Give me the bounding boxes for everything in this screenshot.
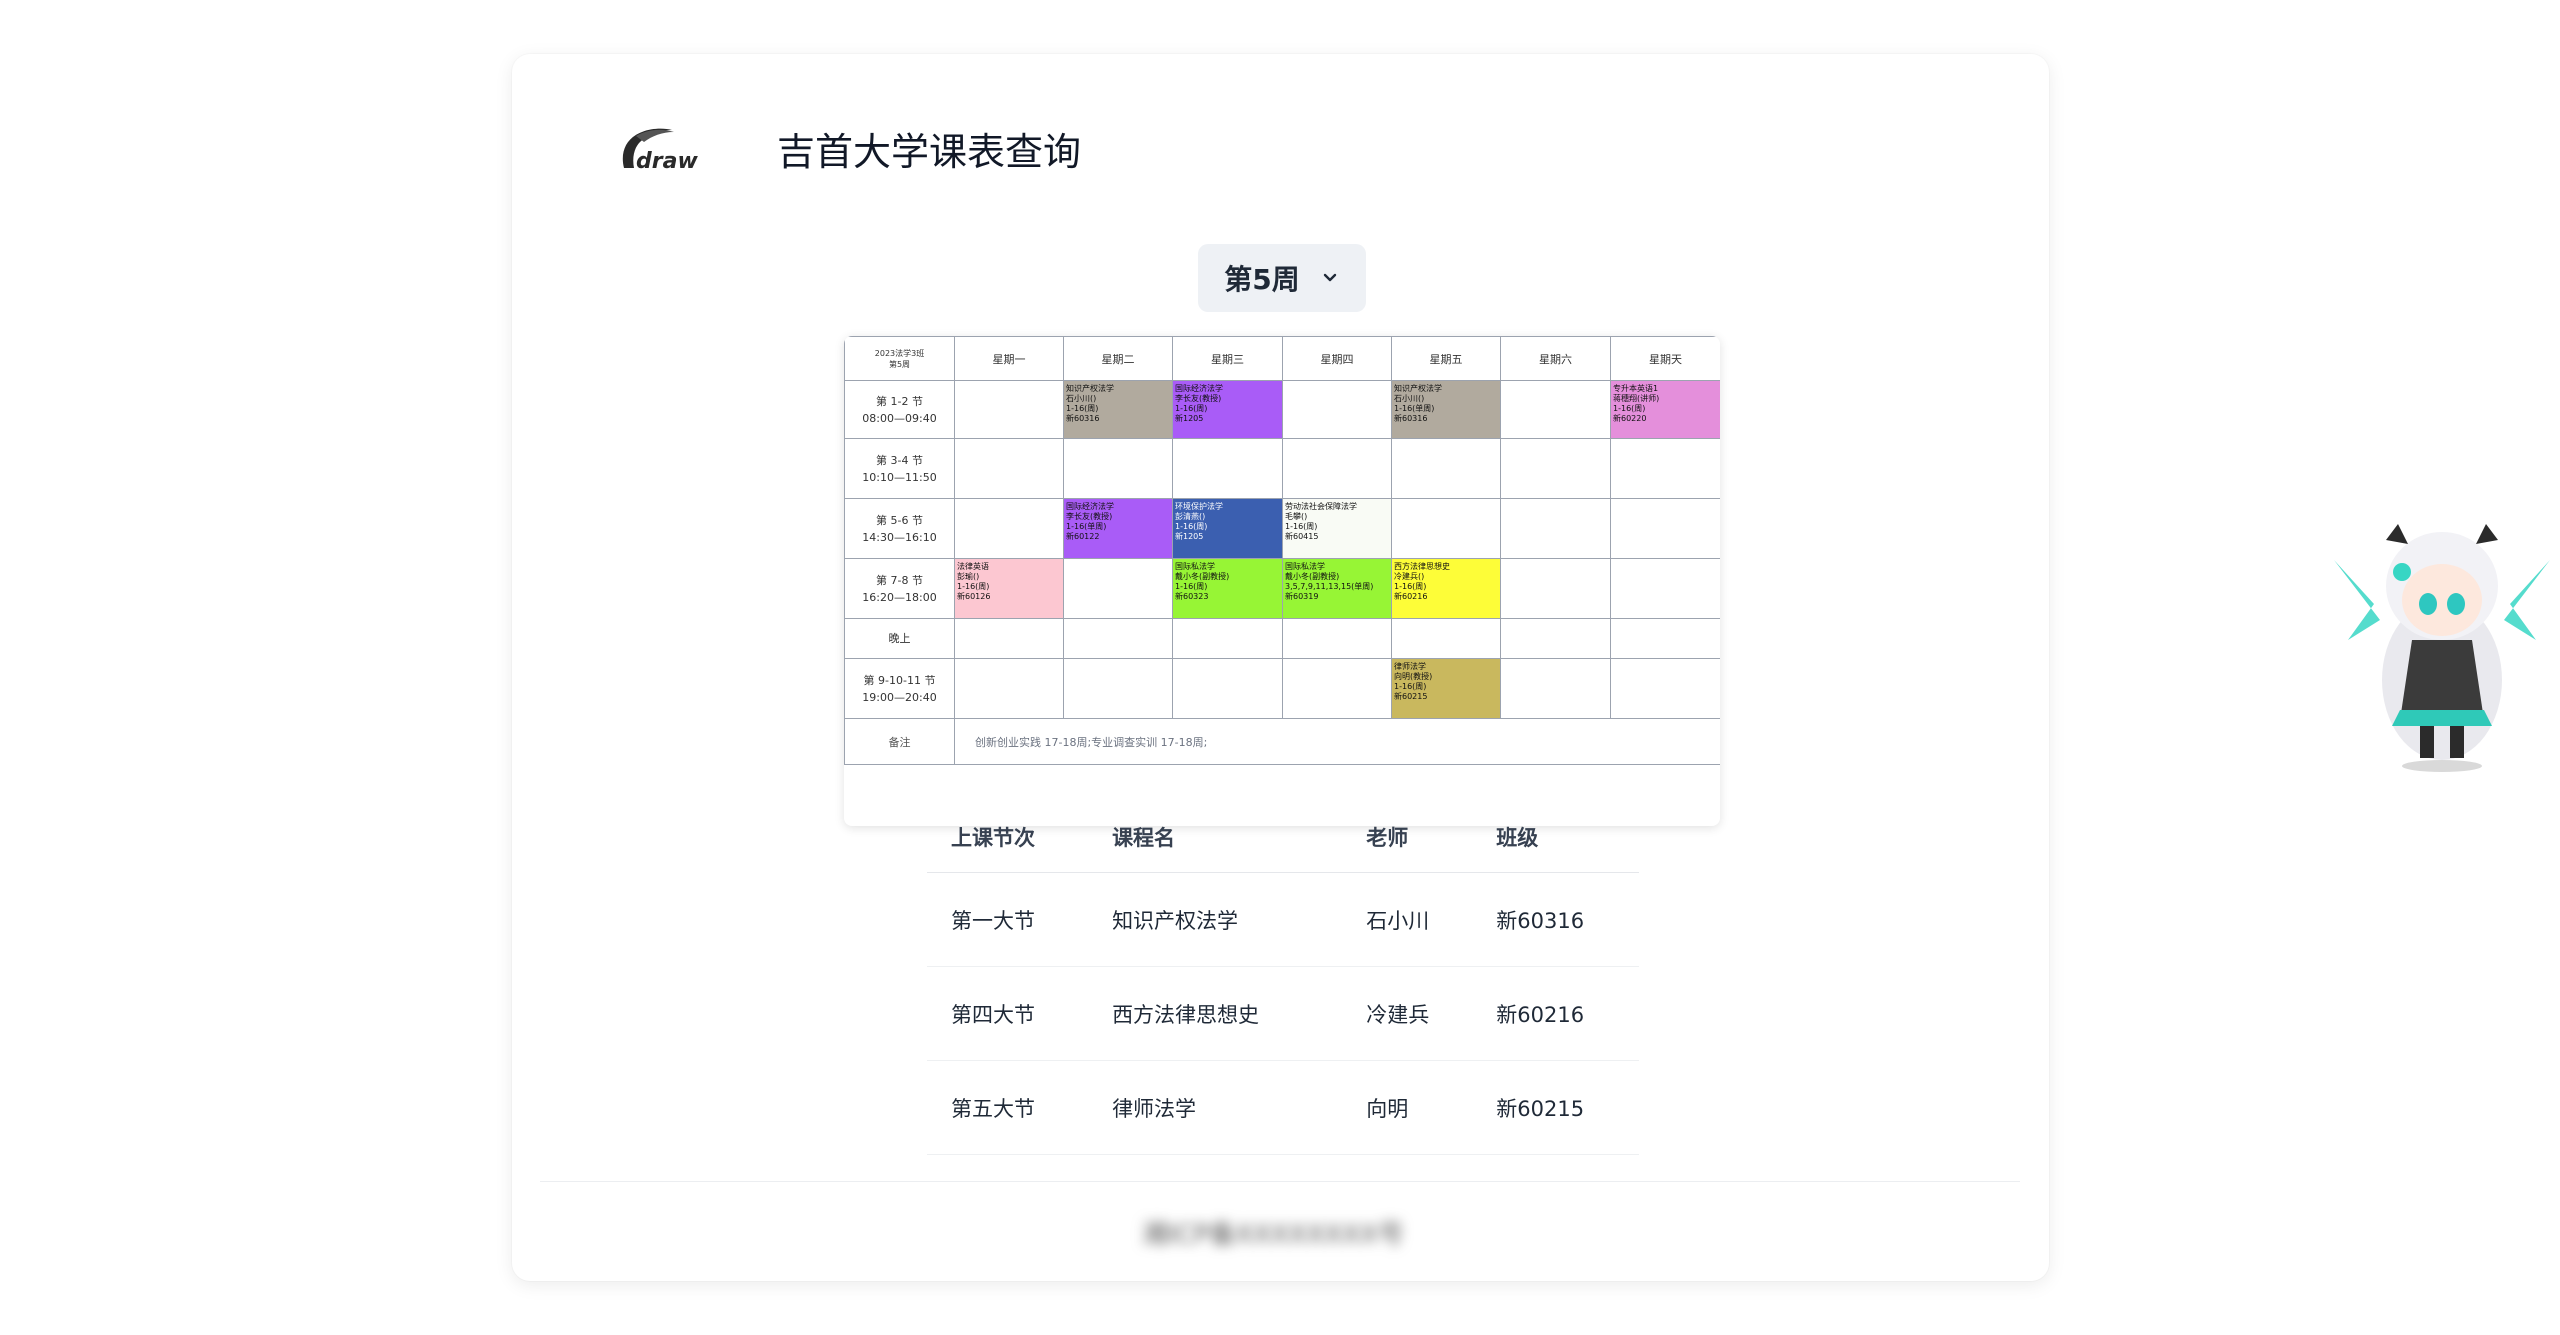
course-cell: 环境保护法学 彭清燕() 1-16(周) 新1205 — [1172, 498, 1283, 559]
page-title: 吉首大学课表查询 — [777, 130, 1082, 174]
course-cell: 国际经济法学 李长友(教授) 1-16(单周) 新60122 — [1063, 498, 1173, 559]
table-row: 第五大节 律师法学 向明 新60215 — [927, 1060, 1639, 1155]
timetable-row: 第 9-10-11 节 19:00—20:40 律师法学 向明(教授) 1-16(周) 新… — [844, 658, 1720, 719]
main-card: draw 吉首大学课表查询 第5周 2023法学3班 第5周 星期一 星期二 星期 — [512, 54, 2049, 1281]
empty-cell — [1500, 558, 1611, 619]
course-table: 上课节次 课程名 老师 班级 第一大节 知识产权法学 石小川 新60316 第四… — [927, 802, 1639, 1155]
day-header: 星期四 — [1282, 336, 1392, 381]
empty-cell — [1610, 558, 1720, 619]
empty-cell — [1500, 658, 1611, 719]
empty-cell — [1500, 618, 1611, 659]
period-label: 晚上 — [844, 618, 955, 659]
table-cell: 第四大节 — [927, 966, 1089, 1061]
table-cell: 新60216 — [1472, 966, 1639, 1061]
empty-cell — [954, 618, 1064, 659]
anime-mascot-icon[interactable] — [2328, 520, 2556, 776]
period-label: 第 3-4 节 10:10—11:50 — [844, 438, 955, 499]
empty-cell — [1610, 498, 1720, 559]
course-cell: 劳动法社会保障法学 毛攀() 1-16(周) 新60415 — [1282, 498, 1392, 559]
table-cell: 知识产权法学 — [1088, 872, 1343, 967]
table-row: 第四大节 西方法律思想史 冷建兵 新60216 — [927, 966, 1639, 1061]
table-cell: 第一大节 — [927, 872, 1089, 967]
empty-cell — [1282, 380, 1392, 439]
note-text: 创新创业实践 17-18周;专业调查实训 17-18周; — [954, 718, 1720, 765]
table-cell: 新60316 — [1472, 872, 1639, 967]
empty-cell — [1391, 498, 1501, 559]
timetable-row: 第 5-6 节 14:30—16:10 国际经济法学 李长友(教授) 1-16(单周) 新… — [844, 498, 1720, 559]
timetable-row: 第 3-4 节 10:10—11:50 — [844, 438, 1720, 499]
table-row: 第一大节 知识产权法学 石小川 新60316 — [927, 872, 1639, 967]
empty-cell — [954, 438, 1064, 499]
period-label: 第 9-10-11 节 19:00—20:40 — [844, 658, 955, 719]
empty-cell — [1610, 658, 1720, 719]
empty-cell — [1282, 618, 1392, 659]
empty-cell — [1063, 618, 1173, 659]
footer-icp-text[interactable]: 湘ICP备XXXXXXXX号 — [1142, 1214, 1422, 1254]
empty-cell — [1172, 438, 1283, 499]
logo-text: draw — [636, 149, 698, 172]
period-label: 第 1-2 节 08:00—09:40 — [844, 380, 955, 439]
draw-logo-icon[interactable]: draw — [616, 124, 722, 174]
empty-cell — [1172, 658, 1283, 719]
table-cell: 冷建兵 — [1342, 966, 1473, 1061]
course-cell: 知识产权法学 石小川() 1-16(单周) 新60316 — [1391, 380, 1501, 439]
timetable-row: 晚上 — [844, 618, 1720, 659]
week-selector-label: 第5周 — [1224, 263, 1300, 296]
empty-cell — [1282, 438, 1392, 499]
table-cell: 西方法律思想史 — [1088, 966, 1343, 1061]
course-cell: 律师法学 向明(教授) 1-16(周) 新60215 — [1391, 658, 1501, 719]
course-cell: 国际经济法学 李长友(教授) 1-16(周) 新1205 — [1172, 380, 1283, 439]
course-cell: 西方法律思想史 冷建兵() 1-16(周) 新60216 — [1391, 558, 1501, 619]
course-cell: 知识产权法学 石小川() 1-16(周) 新60316 — [1063, 380, 1173, 439]
table-cell: 新60215 — [1472, 1060, 1639, 1155]
period-label: 第 5-6 节 14:30—16:10 — [844, 498, 955, 559]
empty-cell — [1500, 380, 1611, 439]
empty-cell — [1610, 618, 1720, 659]
column-header: 课程名 — [1088, 802, 1343, 873]
timetable-image: 2023法学3班 第5周 星期一 星期二 星期三 星期四 星期五 星期六 星期天 … — [844, 336, 1720, 826]
table-cell: 石小川 — [1342, 872, 1473, 967]
empty-cell — [1500, 498, 1611, 559]
empty-cell — [1063, 438, 1173, 499]
table-cell: 律师法学 — [1088, 1060, 1343, 1155]
table-cell: 第五大节 — [927, 1060, 1089, 1155]
course-cell: 国际私法学 戴小冬(副教授) 1-16(周) 新60323 — [1172, 558, 1283, 619]
empty-cell — [954, 380, 1064, 439]
empty-cell — [1172, 618, 1283, 659]
empty-cell — [1282, 658, 1392, 719]
empty-cell — [1391, 438, 1501, 499]
day-header: 星期六 — [1500, 336, 1611, 381]
table-cell: 向明 — [1342, 1060, 1473, 1155]
day-header: 星期二 — [1063, 336, 1173, 381]
empty-cell — [1391, 618, 1501, 659]
timetable-row: 第 1-2 节 08:00—09:40 知识产权法学 石小川() 1-16(周) 新603… — [844, 380, 1720, 439]
timetable-row: 第 7-8 节 16:20—18:00 法律英语 彭瑜() 1-16(周) 新60126 国… — [844, 558, 1720, 619]
course-cell: 法律英语 彭瑜() 1-16(周) 新60126 — [954, 558, 1064, 619]
period-label: 第 7-8 节 16:20—18:00 — [844, 558, 955, 619]
course-cell: 专升本英语1 蒋穗翔(讲师) 1-16(周) 新60220 — [1610, 380, 1720, 439]
note-label: 备注 — [844, 718, 955, 765]
footer-divider — [540, 1181, 2020, 1182]
day-header: 星期天 — [1610, 336, 1720, 381]
empty-cell — [1063, 558, 1173, 619]
chevron-down-icon — [1323, 273, 1336, 282]
day-header: 星期五 — [1391, 336, 1501, 381]
empty-cell — [954, 498, 1064, 559]
empty-cell — [1610, 438, 1720, 499]
course-cell: 国际私法学 戴小冬(副教授) 3,5,7,9,11,13,15(单周) 新60319 — [1282, 558, 1392, 619]
column-header: 上课节次 — [927, 802, 1089, 873]
day-header: 星期一 — [954, 336, 1064, 381]
empty-cell — [954, 658, 1064, 719]
week-selector-button[interactable]: 第5周 — [1198, 244, 1366, 312]
timetable-corner: 2023法学3班 第5周 — [844, 336, 955, 381]
empty-cell — [1063, 658, 1173, 719]
column-header: 老师 — [1342, 802, 1473, 873]
column-header: 班级 — [1472, 802, 1639, 873]
empty-cell — [1500, 438, 1611, 499]
day-header: 星期三 — [1172, 336, 1283, 381]
